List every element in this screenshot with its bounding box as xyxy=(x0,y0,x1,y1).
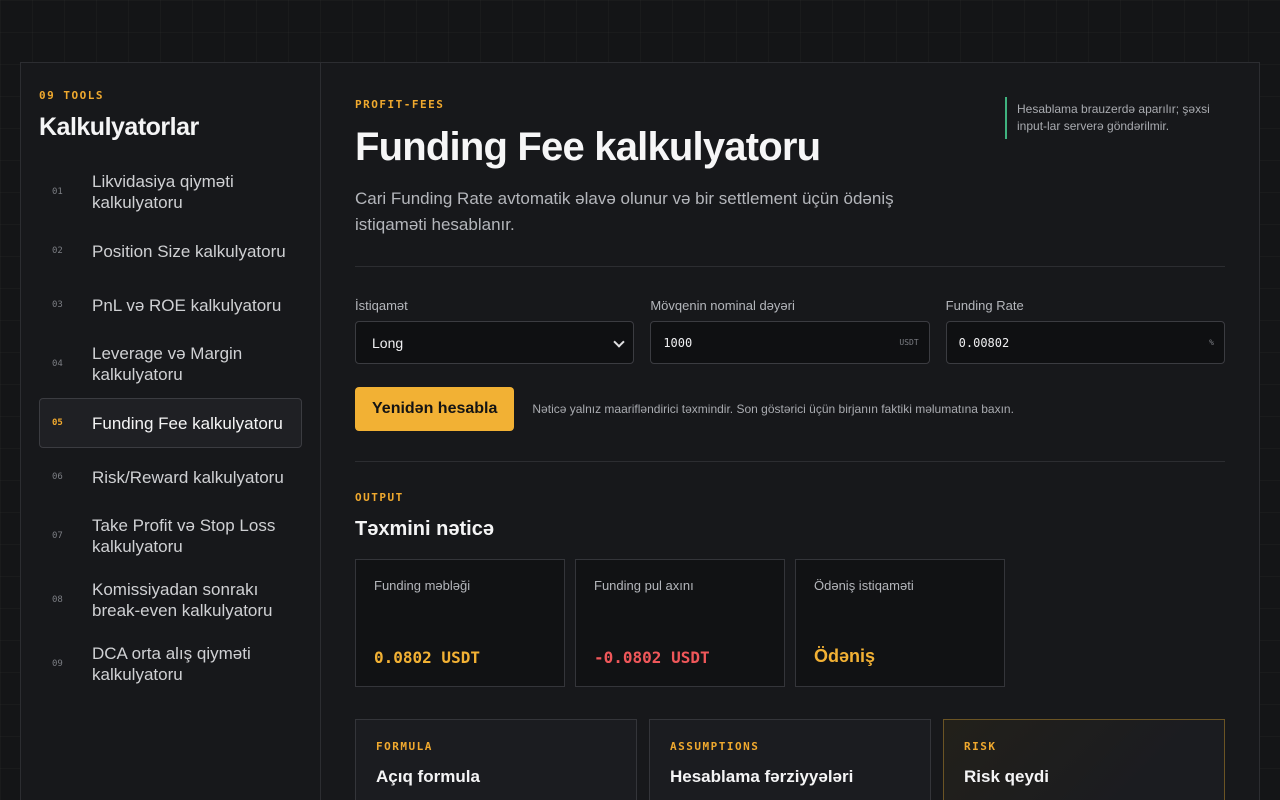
notional-unit: USDT xyxy=(899,338,919,347)
funding-rate-unit: % xyxy=(1209,338,1214,347)
direction-label: İstiqamət xyxy=(355,298,408,313)
assumptions-title: Hesablama fərziyyələri xyxy=(670,767,854,786)
sidebar-item-number: 02 xyxy=(52,246,63,256)
output-title: Təxmini nəticə xyxy=(355,518,494,540)
direction-select[interactable]: Long xyxy=(355,321,635,364)
action-row: Yenidən hesabla Nəticə yalnız maariflənd… xyxy=(355,387,1225,431)
sidebar: 09 TOOLS Kalkulyatorlar 01 Likvidasiya q… xyxy=(21,63,321,800)
privacy-note: Hesablama brauzerdə aparılır; şəxsi inpu… xyxy=(1005,97,1225,139)
main-content: Hesablama brauzerdə aparılır; şəxsi inpu… xyxy=(321,63,1259,800)
formula-title: Açıq formula xyxy=(376,767,480,786)
sidebar-item-label: DCA orta alış qiyməti kalkulyatoru xyxy=(92,644,251,684)
result-card-funding-amount: Funding məbləği 0.0802 USDT xyxy=(355,559,565,687)
result-cards: Funding məbləği 0.0802 USDT Funding pul … xyxy=(355,559,1225,687)
result-card-value: 0.0802 USDT xyxy=(374,648,480,667)
risk-card[interactable]: RISK Risk qeydi xyxy=(943,719,1225,800)
output-eyebrow: OUTPUT xyxy=(355,491,404,504)
sidebar-item-label: Take Profit və Stop Loss kalkulyatoru xyxy=(92,516,276,556)
result-card-label: Funding pul axını xyxy=(594,578,694,593)
notional-value: 1000 xyxy=(663,335,693,350)
result-card-cash-flow: Funding pul axını -0.0802 USDT xyxy=(575,559,785,687)
sidebar-item-number: 06 xyxy=(52,472,63,482)
divider xyxy=(355,266,1225,267)
sidebar-item-number: 07 xyxy=(52,531,63,541)
direction-field: İstiqamət Long xyxy=(355,298,635,364)
info-cards: FORMULA Açıq formula ASSUMPTIONS Hesabla… xyxy=(355,719,1225,800)
sidebar-item-number: 09 xyxy=(52,659,63,669)
sidebar-item-risk-reward[interactable]: 06 Risk/Reward kalkulyatoru xyxy=(39,452,302,502)
page-description: Cari Funding Rate avtomatik əlavə olunur… xyxy=(355,189,894,234)
sidebar-item-label: Likvidasiya qiyməti kalkulyatoru xyxy=(92,172,234,212)
sidebar-item-position-size[interactable]: 02 Position Size kalkulyatoru xyxy=(39,226,302,276)
sidebar-item-label: PnL və ROE kalkulyatoru xyxy=(92,295,282,315)
calculator-form: İstiqamət Long Mövqenin nominal dəyəri 1… xyxy=(355,298,1225,364)
disclaimer-hint: Nəticə yalnız maarifləndirici təxmindir.… xyxy=(532,402,1014,416)
sidebar-item-number: 04 xyxy=(52,359,63,369)
sidebar-title: Kalkulyatorlar xyxy=(39,113,199,141)
sidebar-item-dca[interactable]: 09 DCA orta alış qiyməti kalkulyatoru xyxy=(39,634,302,694)
risk-eyebrow: RISK xyxy=(964,740,997,753)
sidebar-item-label: Leverage və Margin kalkulyatoru xyxy=(92,344,243,384)
sidebar-item-break-even[interactable]: 08 Komissiyadan sonrakı break-even kalku… xyxy=(39,570,302,630)
funding-rate-value: 0.00802 xyxy=(958,335,1010,350)
result-card-value: Ödəniş xyxy=(814,646,876,666)
result-card-label: Funding məbləği xyxy=(374,578,471,593)
chevron-down-icon xyxy=(613,338,623,348)
notional-input[interactable]: 1000 USDT xyxy=(650,321,930,364)
sidebar-item-label: Funding Fee kalkulyatoru xyxy=(92,413,283,433)
direction-value: Long xyxy=(372,334,404,351)
divider xyxy=(355,461,1225,462)
recalculate-button[interactable]: Yenidən hesabla xyxy=(355,387,515,431)
sidebar-item-label: Risk/Reward kalkulyatoru xyxy=(92,467,284,487)
sidebar-eyebrow: 09 TOOLS xyxy=(39,89,104,102)
sidebar-item-funding-fee[interactable]: 05 Funding Fee kalkulyatoru xyxy=(39,398,302,448)
formula-eyebrow: FORMULA xyxy=(376,740,433,753)
sidebar-item-number: 03 xyxy=(52,300,63,310)
assumptions-eyebrow: ASSUMPTIONS xyxy=(670,740,760,753)
sidebar-item-number: 05 xyxy=(52,418,63,428)
result-card-label: Ödəniş istiqaməti xyxy=(814,578,914,593)
sidebar-item-tp-sl[interactable]: 07 Take Profit və Stop Loss kalkulyatoru xyxy=(39,506,302,566)
assumptions-card[interactable]: ASSUMPTIONS Hesablama fərziyyələri xyxy=(649,719,931,800)
notional-field: Mövqenin nominal dəyəri 1000 USDT xyxy=(650,298,930,364)
result-card-payment-direction: Ödəniş istiqaməti Ödəniş xyxy=(795,559,1005,687)
app-shell: 09 TOOLS Kalkulyatorlar 01 Likvidasiya q… xyxy=(20,62,1260,800)
result-card-value: -0.0802 USDT xyxy=(594,648,710,667)
funding-rate-field: Funding Rate 0.00802 % xyxy=(945,298,1225,364)
notional-label: Mövqenin nominal dəyəri xyxy=(650,298,795,313)
funding-rate-label: Funding Rate xyxy=(945,298,1024,313)
formula-card[interactable]: FORMULA Açıq formula xyxy=(355,719,637,800)
sidebar-item-number: 01 xyxy=(52,187,63,197)
sidebar-item-liquidation[interactable]: 01 Likvidasiya qiyməti kalkulyatoru xyxy=(39,162,302,222)
sidebar-item-number: 08 xyxy=(52,595,63,605)
sidebar-item-label: Position Size kalkulyatoru xyxy=(92,241,286,261)
sidebar-item-pnl-roe[interactable]: 03 PnL və ROE kalkulyatoru xyxy=(39,280,302,330)
funding-rate-input[interactable]: 0.00802 % xyxy=(945,321,1225,364)
sidebar-item-leverage-margin[interactable]: 04 Leverage və Margin kalkulyatoru xyxy=(39,334,302,394)
risk-title: Risk qeydi xyxy=(964,767,1050,786)
sidebar-item-label: Komissiyadan sonrakı break-even kalkulya… xyxy=(92,580,273,620)
